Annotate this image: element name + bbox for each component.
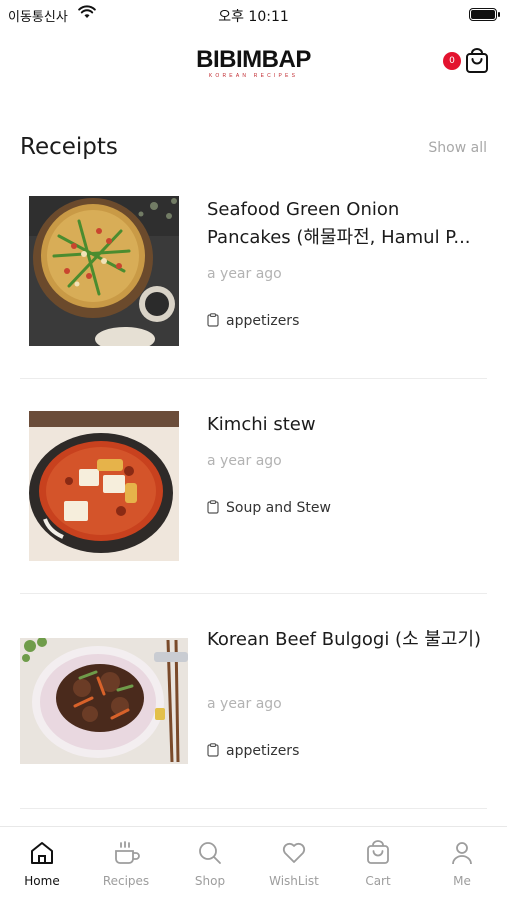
tab-cart-label: Cart: [365, 874, 391, 888]
recipe-category-label: appetizers: [226, 743, 300, 759]
recipe-title: Kimchi stew: [207, 414, 316, 435]
recipe-card[interactable]: Korean Beef Bulgogi (소 불고기) a year ago a…: [20, 626, 487, 786]
shopping-bag-icon: [466, 48, 488, 73]
divider: [20, 593, 487, 594]
header-cart-button[interactable]: 0: [443, 48, 489, 74]
show-all-link[interactable]: Show all: [428, 140, 487, 156]
recipe-category-label: appetizers: [226, 313, 300, 329]
recipe-time: a year ago: [207, 266, 282, 282]
cart-count-badge: 0: [443, 52, 461, 70]
shopping-bag-icon: [367, 840, 389, 864]
recipe-title: Seafood Green Onion Pancakes (해물파전, Hamu…: [207, 199, 471, 248]
divider: [20, 378, 487, 379]
coffee-cup-icon: [115, 841, 140, 864]
tab-wishlist-label: WishList: [269, 874, 319, 888]
search-icon: [199, 842, 221, 864]
brand-name: BIBIMBAP: [196, 46, 311, 73]
recipe-image-pancake: [29, 196, 179, 346]
tab-cart[interactable]: Cart: [336, 827, 420, 900]
user-icon: [452, 842, 472, 865]
recipe-category: appetizers: [207, 313, 299, 329]
tab-home[interactable]: Home: [0, 827, 84, 900]
tab-wishlist[interactable]: WishList: [252, 827, 336, 900]
tab-recipes[interactable]: Recipes: [84, 827, 168, 900]
brand-logo: BIBIMBAP KOREAN RECIPES: [0, 46, 507, 80]
recipe-time: a year ago: [207, 696, 282, 712]
tab-me[interactable]: Me: [420, 827, 504, 900]
tab-home-label: Home: [24, 874, 60, 888]
recipe-image-bulgogi: [20, 638, 188, 764]
tab-me-label: Me: [453, 874, 471, 888]
tab-recipes-label: Recipes: [102, 874, 150, 888]
brand-tagline: KOREAN RECIPES: [208, 73, 299, 79]
status-time: 오후 10:11: [218, 9, 289, 25]
tab-shop-label: Shop: [194, 874, 226, 888]
status-bar: 이동통신사 오후 10:11: [0, 0, 507, 30]
tab-shop[interactable]: Shop: [168, 827, 252, 900]
recipe-category: appetizers: [207, 743, 299, 759]
bottom-tab-bar: Home Recipes Shop WishList Cart Me: [0, 826, 507, 900]
clipboard-icon: [207, 313, 219, 327]
heart-icon: [282, 842, 306, 863]
clipboard-icon: [207, 500, 219, 514]
app-header: BIBIMBAP KOREAN RECIPES 0: [0, 40, 507, 90]
recipe-card[interactable]: Kimchi stew a year ago Soup and Stew: [20, 411, 487, 571]
recipe-time: a year ago: [207, 453, 282, 469]
recipe-category-label: Soup and Stew: [226, 500, 331, 516]
recipe-card[interactable]: Seafood Green Onion Pancakes (해물파전, Hamu…: [20, 196, 487, 356]
home-icon: [31, 842, 53, 864]
recipe-category: Soup and Stew: [207, 500, 331, 516]
section-title: Receipts: [20, 134, 118, 160]
clipboard-icon: [207, 743, 219, 757]
recipe-image-kimchi-stew: [29, 411, 179, 561]
recipe-title: Korean Beef Bulgogi (소 불고기): [207, 629, 482, 650]
divider: [20, 808, 487, 809]
battery-icon: [469, 8, 500, 21]
